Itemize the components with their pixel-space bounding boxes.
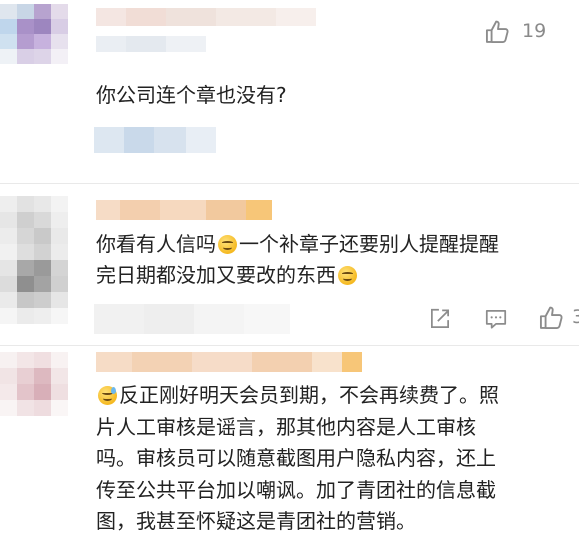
comment-line: 图，我甚至怀疑这是青团社的营销。 (96, 509, 416, 533)
timestamp-redacted (96, 36, 206, 52)
thumbs-up-icon (539, 306, 563, 329)
like-count: 19 (522, 20, 547, 42)
comment-text: 你看有人信吗 一个补章子还要别人提醒提醒 完日期都没加又要改的东西 (96, 229, 499, 291)
avatar[interactable] (0, 196, 68, 324)
smiling-face-emoji (338, 266, 357, 285)
smiling-face-emoji (218, 235, 237, 254)
comment-line: 传至公共平台加以嘲讽。加了青团社的信息截 (96, 477, 496, 502)
timestamp-redacted (94, 304, 290, 334)
comment-icon[interactable] (483, 306, 509, 332)
like-button[interactable]: 19 (484, 18, 574, 48)
divider (0, 345, 579, 346)
comment-line: 完日期都没加又要改的东西 (96, 263, 336, 287)
username-redacted[interactable] (96, 352, 362, 372)
comment-text: 你公司连个章也没有? (96, 80, 287, 111)
thumbs-up-icon (485, 20, 509, 43)
comment-line: 反正刚好明天会员到期，不会再续费了。照 (119, 383, 499, 407)
sweat-smile-emoji (98, 386, 117, 405)
avatar[interactable] (0, 4, 68, 64)
comment-line: 一个补章子还要别人提醒提醒 (239, 232, 499, 256)
comment-line: 吗。审核员可以随意截图用户隐私内容，还上 (96, 446, 496, 470)
username-redacted[interactable] (96, 8, 316, 26)
reply-meta-redacted (94, 127, 216, 153)
username-redacted[interactable] (96, 200, 272, 220)
avatar[interactable] (0, 352, 68, 416)
divider (0, 183, 579, 184)
share-icon[interactable] (427, 306, 453, 332)
like-count: 3 (572, 306, 579, 328)
comment-line: 片人工审核是谣言，那其他内容是人工审核 (96, 414, 476, 439)
comment-line: 你看有人信吗 (96, 232, 216, 256)
like-button[interactable]: 3 (538, 304, 579, 334)
comment-text: 反正刚好明天会员到期，不会再续费了。照 片人工审核是谣言，那其他内容是人工审核 … (96, 380, 499, 538)
comment-line: 你公司连个章也没有? (96, 83, 287, 107)
